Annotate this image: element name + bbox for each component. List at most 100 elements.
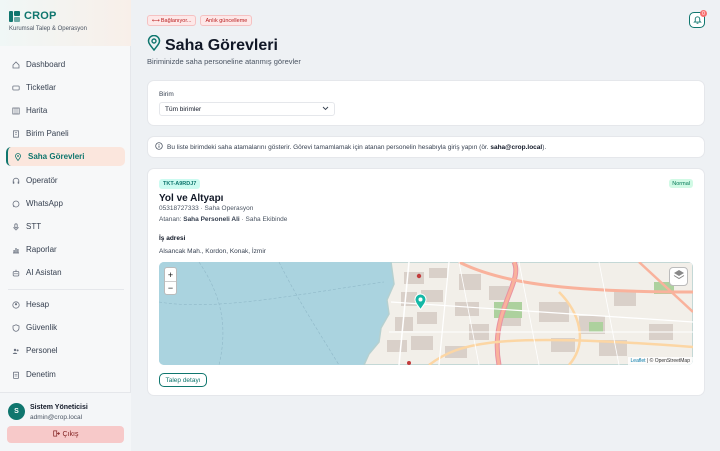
bell-icon <box>692 15 702 26</box>
sidebar-item-label: Raporlar <box>26 245 57 254</box>
sidebar-item-whatsapp[interactable]: WhatsApp <box>6 194 125 213</box>
task-phone-unit: 05318727333 · Saha Operasyon <box>159 205 254 212</box>
priority-badge: Normal <box>669 179 693 188</box>
sidebar-item-label: Ticketlar <box>26 83 56 92</box>
sidebar-item-label: Personel <box>26 346 58 355</box>
assignee-team: · Saha Ekibinde <box>239 216 288 223</box>
status-badge-connecting: ⟷ Bağlanıyor... <box>147 15 197 26</box>
map-zoom-control: + − <box>164 267 177 295</box>
sidebar-item-hesap[interactable]: Hesap <box>6 295 125 314</box>
sidebar-item-label: STT <box>26 222 42 231</box>
sidebar-item-raporlar[interactable]: Raporlar <box>6 240 125 259</box>
info-text-main: Bu liste birimdeki saha atamalarını göst… <box>167 143 489 151</box>
sidebar-item-harita[interactable]: Harita <box>6 101 125 120</box>
chart-icon <box>12 246 20 254</box>
attribution-osm: | © OpenStreetMap <box>645 358 690 364</box>
task-card: TKT-A9RDJ7 Normal Yol ve Altyapı 0531872… <box>147 168 705 396</box>
brand-name: CROP <box>24 10 57 22</box>
sidebar-item-label: Güvenlik <box>26 323 58 332</box>
avatar: S <box>8 403 25 420</box>
crop-logo-icon <box>9 10 20 22</box>
sidebar-item-label: Dashboard <box>26 60 66 69</box>
brand[interactable]: CROP Kurumsal Talep & Operasyon <box>9 10 87 32</box>
task-map[interactable]: + − Leaflet | © OpenStreetMap <box>159 262 693 365</box>
ticket-id-badge[interactable]: TKT-A9RDJ7 <box>159 179 201 189</box>
sidebar-item-personel[interactable]: Personel <box>6 341 125 360</box>
info-example-email: saha@crop.local <box>490 143 543 151</box>
logout-label: Çıkış <box>62 431 79 438</box>
user-name: Sistem Yöneticisi <box>30 404 88 411</box>
map-icon <box>12 107 20 115</box>
ticket-icon <box>12 84 20 92</box>
brand-subtitle: Kurumsal Talep & Operasyon <box>9 26 87 32</box>
task-assignee: Atanan: Saha Personeli Ali · Saha Ekibin… <box>159 216 287 223</box>
connection-status: ⟷ Bağlanıyor... Anlık güncelleme <box>147 15 253 26</box>
plug-icon: ⟷ <box>152 17 160 24</box>
layers-icon <box>673 268 685 286</box>
unit-select-value: Tüm birimler <box>165 105 202 113</box>
sidebar: CROP Kurumsal Talep & Operasyon Dashboar… <box>0 0 131 451</box>
status-connecting-label: Bağlanıyor... <box>160 17 192 24</box>
zoom-in-button[interactable]: + <box>165 268 176 281</box>
map-layers-button[interactable] <box>669 267 688 286</box>
logout-button[interactable]: Çıkış <box>7 426 124 443</box>
filter-label: Birim <box>159 91 174 98</box>
sidebar-item-label: WhatsApp <box>26 199 63 208</box>
sidebar-item-denetim[interactable]: Denetim <box>6 365 125 384</box>
sidebar-item-ai-asistan[interactable]: AI Asistan <box>6 263 125 282</box>
users-icon <box>12 347 20 355</box>
unit-select[interactable]: Tüm birimler <box>159 102 335 116</box>
sidebar-item-guvenlik[interactable]: Güvenlik <box>6 318 125 337</box>
info-text-suffix: ). <box>542 143 547 151</box>
info-banner: Bu liste birimdeki saha atamalarını göst… <box>147 136 705 158</box>
filter-card: Birim Tüm birimler <box>147 80 705 126</box>
zoom-out-button[interactable]: − <box>165 281 176 294</box>
sidebar-item-stt[interactable]: STT <box>6 217 125 236</box>
sidebar-item-label: Birim Paneli <box>26 129 69 138</box>
task-title: Yol ve Altyapı <box>159 193 224 204</box>
attribution-leaflet-link[interactable]: Leaflet <box>631 358 646 364</box>
assignee-name: Saha Personeli Ali <box>183 216 240 223</box>
microphone-icon <box>12 222 20 231</box>
ticket-detail-button[interactable]: Talep detayı <box>159 373 207 387</box>
sidebar-item-label: Denetim <box>26 370 56 379</box>
address-value: Alsancak Mah., Kordon, Konak, İzmir <box>159 248 266 255</box>
building-icon <box>12 129 20 138</box>
sidebar-item-label: Saha Görevleri <box>28 152 85 161</box>
page-header: Saha Görevleri <box>147 34 278 56</box>
notification-count-badge: 0 <box>700 10 707 17</box>
robot-icon <box>12 269 20 277</box>
shield-icon <box>12 323 20 332</box>
page-subtitle: Biriminizde saha personeline atanmış gör… <box>147 57 301 66</box>
sidebar-item-birim-paneli[interactable]: Birim Paneli <box>6 124 125 143</box>
headset-icon <box>12 177 20 185</box>
sidebar-item-label: Hesap <box>26 300 50 309</box>
sidebar-item-label: Harita <box>26 106 48 115</box>
sidebar-item-saha-gorevleri[interactable]: Saha Görevleri <box>6 147 125 166</box>
map-marker-icon[interactable] <box>414 293 427 315</box>
home-icon <box>12 60 20 69</box>
status-badge-live: Anlık güncelleme <box>200 15 253 26</box>
sidebar-divider <box>8 289 124 290</box>
user-circle-icon <box>12 300 20 309</box>
whatsapp-icon <box>12 200 20 208</box>
sidebar-item-dashboard[interactable]: Dashboard <box>6 55 125 74</box>
user-panel: S Sistem Yöneticisi admin@crop.local Çık… <box>0 392 131 451</box>
sidebar-item-operator[interactable]: Operatör <box>6 171 125 190</box>
sidebar-item-label: Operatör <box>26 176 58 185</box>
chevron-down-icon <box>322 106 329 113</box>
address-label: İş adresi <box>159 235 186 242</box>
notifications-button[interactable]: 0 <box>689 10 707 28</box>
logout-icon <box>52 430 60 439</box>
user-email: admin@crop.local <box>30 414 83 421</box>
assignee-label: Atanan: <box>159 216 182 223</box>
status-live-label: Anlık güncelleme <box>205 17 248 24</box>
info-text: Bu liste birimdeki saha atamalarını göst… <box>167 144 546 151</box>
sidebar-item-label: AI Asistan <box>26 268 62 277</box>
clipboard-icon <box>12 371 20 379</box>
main-content: ⟷ Bağlanıyor... Anlık güncelleme 0 Saha … <box>131 0 720 451</box>
page-title: Saha Görevleri <box>165 36 278 54</box>
map-attribution: Leaflet | © OpenStreetMap <box>627 357 693 365</box>
info-icon <box>155 142 163 152</box>
sidebar-item-ticketlar[interactable]: Ticketlar <box>6 78 125 97</box>
